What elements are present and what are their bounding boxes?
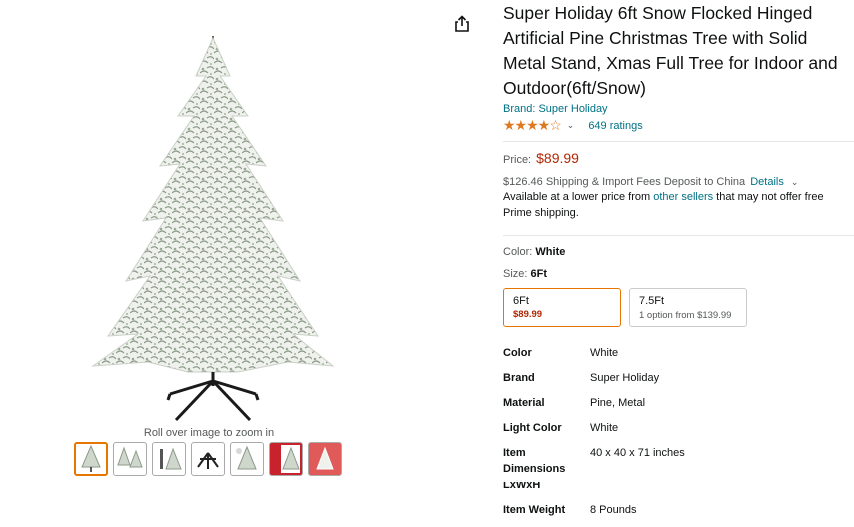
brand-link[interactable]: Brand: Super Holiday [503,103,854,115]
spec-key: Light Color [503,422,562,434]
tree-thumbnail-icon [272,445,300,473]
size-selector-label: Size: 6Ft [503,268,854,280]
spec-row: Brand Super Holiday [503,370,685,395]
availability-text: Available at a lower price from [503,191,654,203]
price-row: Price: $89.99 [503,150,854,166]
star-rating-icon[interactable]: ★★★★☆ [503,117,562,134]
thumbnail-5[interactable] [230,442,264,476]
zoom-hint: Roll over image to zoom in [143,427,275,439]
spec-value: White [590,347,619,359]
size-label: Size: [503,268,531,280]
spec-row: Item Weight 8 Pounds [503,502,685,527]
size-value: 6Ft [530,268,548,280]
chevron-down-icon[interactable]: ⌄ [567,120,575,131]
size-option-name: 7.5Ft [639,295,665,307]
size-options: 6Ft $89.99 7.5Ft 1 option from $139.99 [503,288,854,327]
shipping-text: $126.46 Shipping & Import Fees Deposit t… [503,176,746,188]
divider [503,141,854,142]
rating-row: ★★★★☆ ⌄ 649 ratings [503,117,854,134]
spec-row: Color White [503,345,685,370]
price-label: Price: [503,154,532,166]
spec-row: Light Color White [503,420,685,445]
spec-value: White [590,422,619,434]
spec-value: 8 Pounds [590,504,637,516]
availability-note: Available at a lower price from other se… [503,189,851,221]
thumbnail-strip [74,442,342,476]
tree-thumbnail-icon [236,445,257,470]
tree-thumbnail-icon [81,445,101,472]
size-option-price: $89.99 [513,309,543,320]
chevron-down-icon[interactable]: ⌄ [791,177,799,187]
spec-row: Material Pine, Metal [503,395,685,420]
scroll-fade [503,472,854,482]
stand-thumbnail-icon [197,452,219,469]
size-option-subtext: 1 option from $139.99 [639,310,732,321]
spec-key: Material [503,397,545,409]
image-gallery: Roll over image to zoom in [0,0,440,482]
spec-value: Pine, Metal [590,397,646,409]
shipping-details-link[interactable]: Details [750,176,784,188]
spec-key: Color [503,347,532,359]
color-label: Color: [503,246,536,258]
thumbnail-4[interactable] [191,442,225,476]
size-option-7-5ft[interactable]: 7.5Ft 1 option from $139.99 [629,288,747,327]
thumbnail-7[interactable] [308,442,342,476]
ratings-count-link[interactable]: 649 ratings [588,120,642,132]
product-main-image[interactable] [88,36,338,426]
color-value: White [535,246,566,258]
spec-key: Brand [503,372,535,384]
tree-thumbnail-icon [160,447,182,470]
product-title: Super Holiday 6ft Snow Flocked Hinged Ar… [503,3,838,98]
thumbnail-6[interactable] [269,442,303,476]
size-option-6ft[interactable]: 6Ft $89.99 [503,288,621,327]
thumbnail-1[interactable] [74,442,108,476]
share-button[interactable] [446,8,478,40]
spec-value: Super Holiday [590,372,660,384]
thumbnail-2[interactable] [113,442,147,476]
share-icon [455,15,469,32]
shipping-info: $126.46 Shipping & Import Fees Deposit t… [503,176,854,188]
other-sellers-link[interactable]: other sellers [653,191,713,203]
color-selector-label: Color: White [503,246,854,258]
price-value: $89.99 [536,150,579,166]
tree-thumbnail-icon [311,445,339,473]
size-option-name: 6Ft [513,295,529,307]
product-specs-table: Color White Brand Super Holiday Material Pi… [503,345,685,527]
tree-thumbnail-icon [117,446,143,468]
product-info: Super Holiday 6ft Snow Flocked Hinged Ar… [503,0,854,527]
divider [503,235,854,236]
spec-key: Item Weight [503,504,566,516]
thumbnail-3[interactable] [152,442,186,476]
